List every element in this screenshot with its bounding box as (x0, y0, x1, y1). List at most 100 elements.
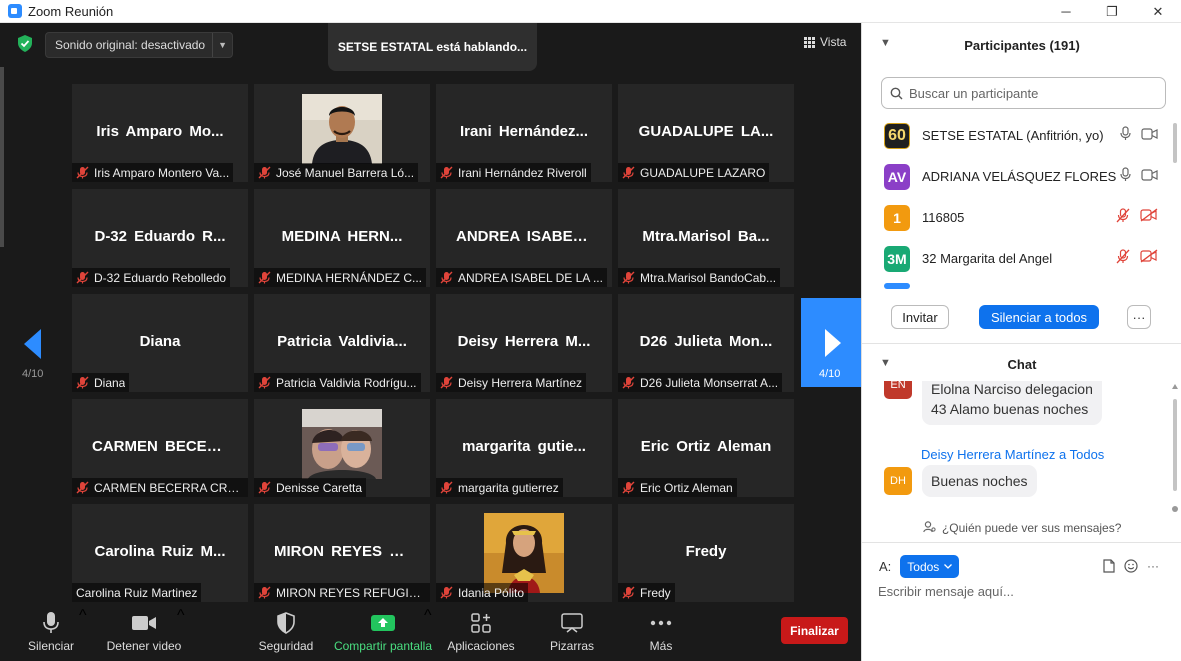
participant-video-tile[interactable]: GUADALUPE LA... GUADALUPE LAZARO (618, 84, 794, 182)
mic-muted-icon (258, 376, 271, 389)
restore-button[interactable]: ❐ (1089, 0, 1135, 23)
video-off-icon[interactable] (1140, 249, 1158, 268)
mute-button[interactable]: Silenciar (24, 607, 78, 661)
apps-button[interactable]: Aplicaciones (446, 607, 516, 661)
participant-video-tile[interactable]: Diana Diana (72, 294, 248, 392)
participant-row[interactable]: 60 SETSE ESTATAL (Anfitrión, yo) (862, 115, 1181, 156)
participant-list-name: SETSE ESTATAL (Anfitrión, yo) (922, 128, 1104, 143)
participant-video-tile[interactable]: Deisy Herrera M... Deisy Herrera Martínez (436, 294, 612, 392)
participant-video-tile[interactable]: Idania Pólito (436, 504, 612, 602)
security-button[interactable]: Seguridad (256, 607, 316, 661)
video-gallery: Iris Amparo Mo... Iris Amparo Montero Va.… (72, 84, 794, 602)
participant-name: Idania Pólito (458, 585, 525, 600)
invite-button[interactable]: Invitar (891, 305, 949, 329)
participant-search-box[interactable] (881, 77, 1166, 109)
view-button[interactable]: Vista (804, 35, 846, 49)
mic-muted-icon (622, 586, 635, 599)
participant-video (302, 409, 382, 479)
chat-header: ▼ Chat (862, 353, 1181, 377)
file-icon[interactable] (1103, 559, 1115, 573)
participant-video-tile[interactable]: Irani Hernández... Irani Hernández Rivero… (436, 84, 612, 182)
video-camera-icon[interactable] (1141, 127, 1158, 145)
mic-muted-icon (440, 166, 453, 179)
microphone-icon[interactable] (1120, 125, 1131, 146)
participant-name-display: D26 Julieta Mon... (639, 333, 773, 350)
participant-video-tile[interactable]: Denisse Caretta (254, 399, 430, 497)
previous-page-button[interactable]: 4/10 (14, 323, 54, 393)
message-visibility-link[interactable]: ¿Quién puede ver sus mensajes? (862, 521, 1181, 535)
meeting-area: Sonido original: desactivado ▼ SETSE EST… (0, 23, 861, 661)
whiteboards-button[interactable]: Pizarras (547, 607, 597, 661)
chat-sender-name[interactable]: Deisy Herrera Martínez (921, 447, 1055, 462)
participant-name-label: MIRON REYES REFUGIO... (254, 583, 430, 602)
mic-muted-icon (622, 481, 635, 494)
video-off-icon[interactable] (1140, 208, 1158, 227)
chat-message-header: Deisy Herrera Martínez a Todos (921, 447, 1104, 462)
recipient-dropdown[interactable]: Todos (900, 555, 960, 578)
mic-muted-icon[interactable] (1116, 207, 1130, 228)
mute-all-button[interactable]: Silenciar a todos (979, 305, 1099, 329)
video-camera-icon[interactable] (1141, 168, 1158, 186)
participant-scrollbar[interactable] (1173, 123, 1177, 283)
participant-name: Irani Hernández Riveroll (458, 165, 587, 180)
end-meeting-button[interactable]: Finalizar (781, 617, 848, 644)
meeting-top-bar: Sonido original: desactivado ▼ SETSE EST… (0, 23, 861, 71)
mic-muted-icon[interactable] (1116, 248, 1130, 269)
window-controls: ─ ❐ ✕ (1043, 0, 1181, 23)
microphone-icon[interactable] (1120, 166, 1131, 187)
panel-divider (862, 343, 1181, 344)
share-screen-button[interactable]: Compartir pantalla (333, 607, 433, 661)
participant-row[interactable]: 3M 32 Margarita del Angel (862, 238, 1181, 279)
participant-video-tile[interactable]: José Manuel Barrera Ló... (254, 84, 430, 182)
participant-row[interactable]: 1 116805 (862, 197, 1181, 238)
participant-name-label: Iris Amparo Montero Va... (72, 163, 234, 182)
chat-message-input[interactable] (878, 584, 1168, 599)
participant-name-display: Mtra.Marisol Ba... (642, 228, 770, 245)
emoji-icon[interactable] (1124, 559, 1138, 573)
mic-muted-icon (258, 166, 271, 179)
share-options-caret-icon[interactable]: ^ (424, 607, 432, 625)
participant-row[interactable]: AV ADRIANA VELÁSQUEZ FLORES (862, 156, 1181, 197)
chat-scrollbar[interactable] (1172, 383, 1178, 515)
apps-label: Aplicaciones (447, 639, 515, 653)
participant-name: D26 Julieta Monserrat A... (640, 375, 779, 390)
shield-icon (276, 607, 296, 639)
video-options-caret-icon[interactable]: ^ (177, 607, 185, 625)
minimize-button[interactable]: ─ (1043, 0, 1089, 23)
audio-options-caret-icon[interactable]: ^ (79, 607, 87, 625)
original-sound-label[interactable]: Sonido original: desactivado (46, 38, 212, 52)
chevron-down-icon[interactable]: ▼ (212, 33, 232, 57)
whiteboards-label: Pizarras (549, 639, 594, 653)
participant-video-tile[interactable]: D-32 Eduardo R... D-32 Eduardo Rebolledo (72, 189, 248, 287)
original-sound-dropdown[interactable]: Sonido original: desactivado ▼ (45, 32, 233, 58)
participant-video-tile[interactable]: Fredy Fredy (618, 504, 794, 602)
share-screen-label: Compartir pantalla (333, 639, 433, 653)
participant-video-tile[interactable]: MIRON REYES R... MIRON REYES REFUGIO... (254, 504, 430, 602)
chat-more-icon[interactable]: ··· (1147, 559, 1159, 573)
avatar: AV (884, 163, 910, 190)
participants-more-button[interactable]: ··· (1127, 305, 1151, 329)
participant-video-tile[interactable]: Iris Amparo Mo... Iris Amparo Montero Va.… (72, 84, 248, 182)
participant-name-display: Carolina Ruiz M... (94, 543, 226, 560)
participant-video-tile[interactable]: MEDINA HERN... MEDINA HERNÁNDEZ C... (254, 189, 430, 287)
participant-name-display: MEDINA HERN... (281, 228, 403, 245)
participant-video-tile[interactable]: margarita gutie... margarita gutierrez (436, 399, 612, 497)
close-button[interactable]: ✕ (1135, 0, 1181, 23)
participant-video-tile[interactable]: Mtra.Marisol Ba... Mtra.Marisol BandoCab.… (618, 189, 794, 287)
participant-list: 60 SETSE ESTATAL (Anfitrión, yo) AV ADRIANA… (862, 115, 1181, 291)
participant-video-tile[interactable]: Eric Ortiz Aleman Eric Ortiz Aleman (618, 399, 794, 497)
participant-search-input[interactable] (909, 85, 1159, 101)
more-button[interactable]: Más (643, 607, 679, 661)
participant-video-tile[interactable]: ANDREA ISABEL... ANDREA ISABEL DE LA ... (436, 189, 612, 287)
stop-video-button[interactable]: Detener video (105, 607, 183, 661)
next-page-button[interactable]: 4/10 (801, 298, 861, 387)
participant-video-tile[interactable]: D26 Julieta Mon... D26 Julieta Monserrat … (618, 294, 794, 392)
shield-check-icon[interactable] (17, 35, 33, 52)
participant-video-tile[interactable]: CARMEN BECER... CARMEN BECERRA CRU... (72, 399, 248, 497)
share-screen-icon (371, 607, 395, 639)
participant-video-tile[interactable]: Carolina Ruiz M... Carolina Ruiz Martinez (72, 504, 248, 602)
meeting-toolbar: Silenciar ^ Detener video ^ Seguridad Co… (0, 607, 861, 661)
participant-video-tile[interactable]: Patricia Valdivia... Patricia Valdivia Ro… (254, 294, 430, 392)
stop-video-label: Detener video (106, 639, 182, 653)
microphone-icon (42, 607, 60, 639)
